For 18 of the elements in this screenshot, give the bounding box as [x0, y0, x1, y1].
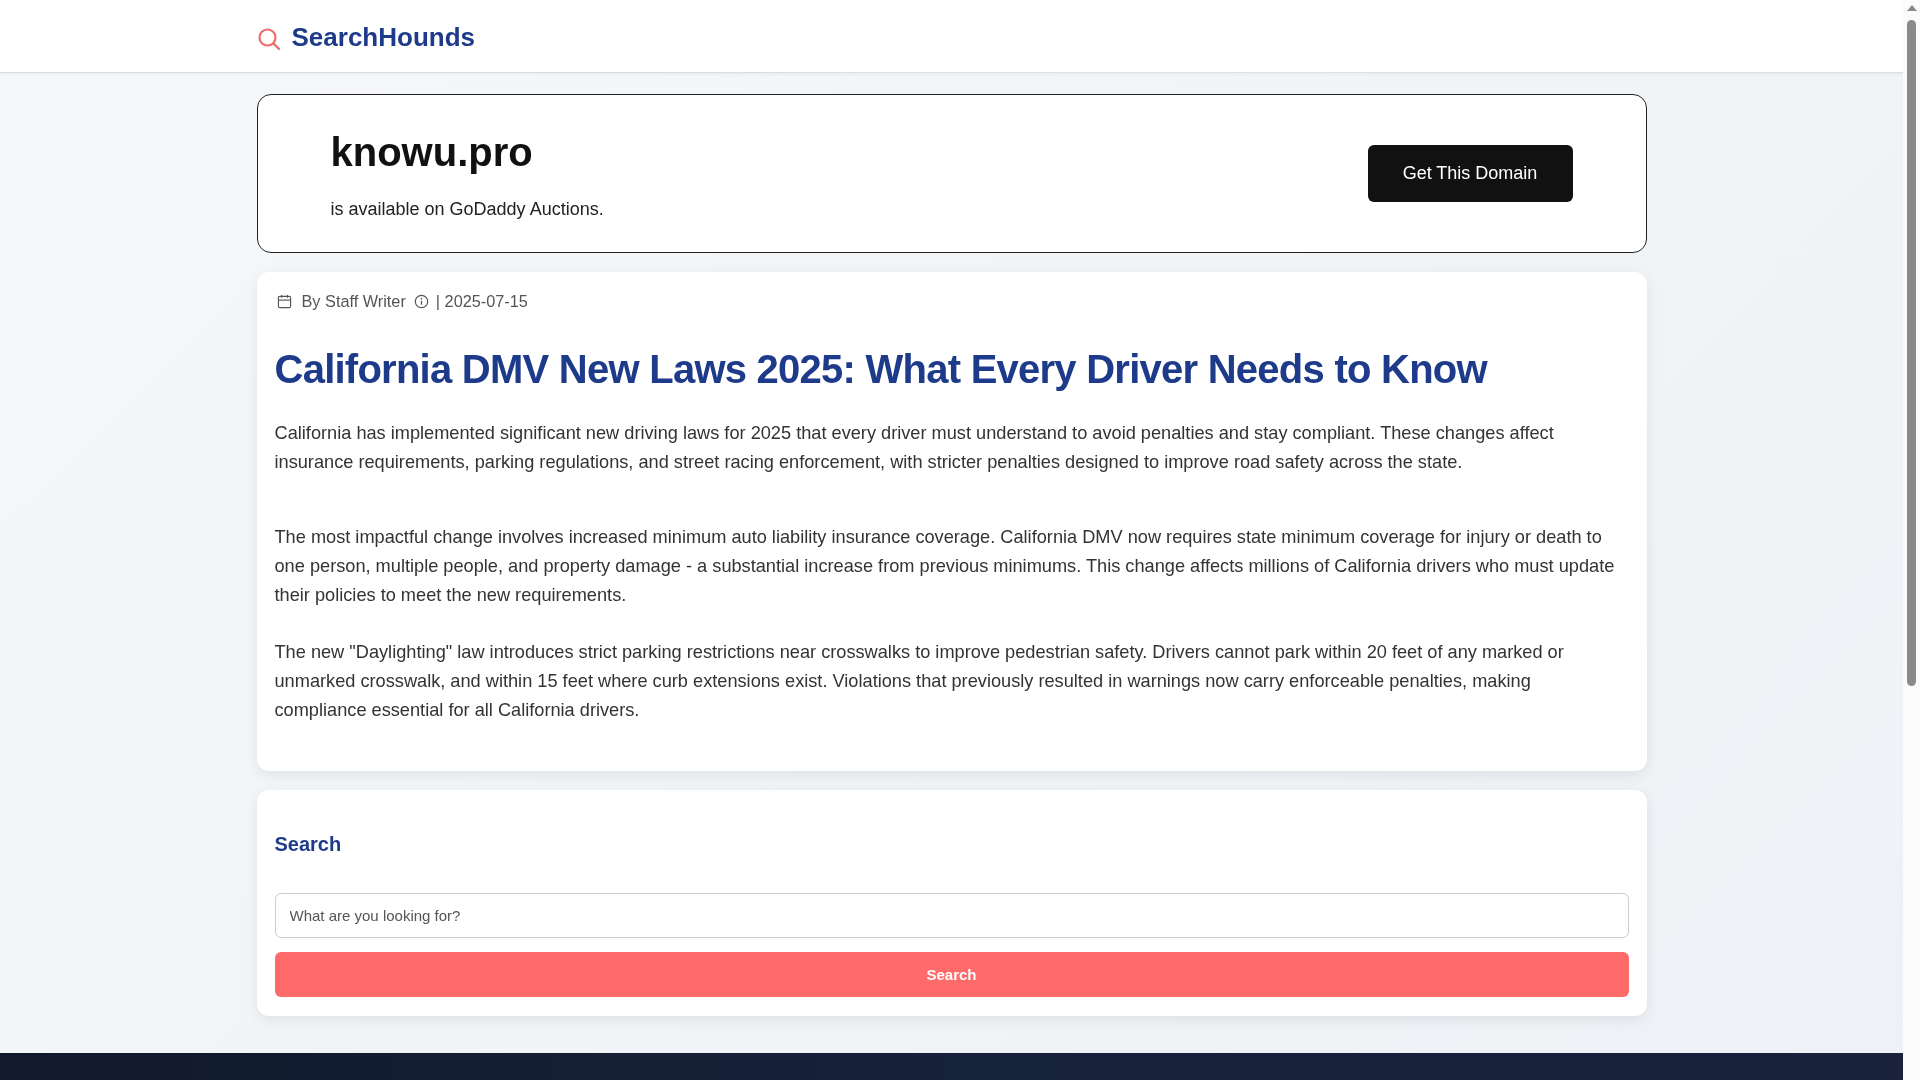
article-title: California DMV New Laws 2025: What Every Driver Needs to Know: [274, 346, 1489, 393]
author-text: By Staff Writer: [301, 291, 406, 312]
get-domain-button[interactable]: Get This Domain: [1367, 145, 1573, 202]
availability-text: is available on GoDaddy Auctions.: [330, 198, 604, 221]
scrollbar[interactable]: [1903, 0, 1920, 1080]
scroll-up-arrow-icon[interactable]: [1906, 5, 1917, 11]
scrollbar-thumb[interactable]: [1907, 20, 1916, 686]
article-paragraph: The new "Daylighting" law introduces strict parking restrictions near crosswalks to improve pedestrian safety. Drivers cannot park within 20 feet of any marked or unmarked crosswalk, and within 15 feet where curb extensions exist. Violations that previously resulted in warnings now carry enforceable penalties, making compliance essential for all California drivers.: [274, 641, 1565, 722]
search-heading: Search: [274, 832, 343, 856]
search-icon: [256, 27, 281, 51]
logo-link[interactable]: SearchHounds: [291, 21, 475, 53]
publish-date: | 2025-07-15: [435, 291, 528, 312]
domain-name: knowu.pro: [330, 129, 534, 176]
calendar-icon: [276, 293, 292, 309]
info-icon: [413, 293, 429, 309]
article-paragraph: California has implemented significant new driving laws for 2025 that every driver must understand to avoid penalties and stay compliant. These changes affect insurance requirements, parking regulations, and street racing enforcement, with stricter penalties designed to improve road safety across the state.: [274, 422, 1555, 474]
article-paragraph: The most impactful change involves increased minimum auto liability insurance coverage. California DMV now requires state minimum coverage for injury or death to one person, multiple people, and property damage - a substantial increase from previous minimums. This change affects millions of California drivers who must update their policies to meet the new requirements.: [274, 526, 1616, 607]
search-field[interactable]: What are you looking for?: [274, 893, 1629, 938]
